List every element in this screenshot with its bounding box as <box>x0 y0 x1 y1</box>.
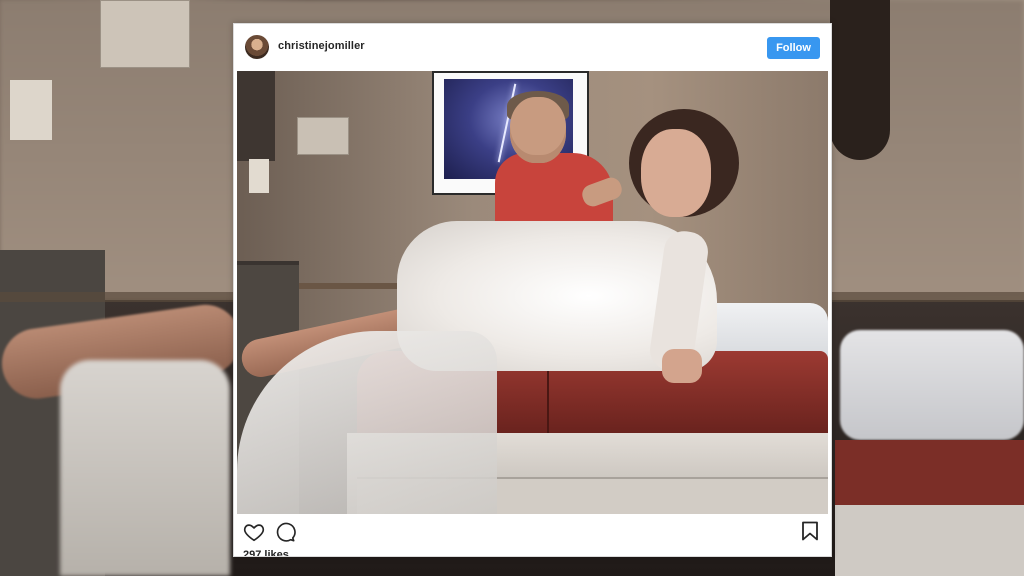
post-actions: 297 likes <box>234 514 831 556</box>
background-table-base <box>835 505 1024 576</box>
exam-table-seam <box>547 361 549 433</box>
photo-wall-box <box>249 159 269 193</box>
post-photo[interactable] <box>237 71 828 514</box>
background-pillow <box>840 330 1024 440</box>
post-header: christinejomiller Follow <box>234 24 831 70</box>
follow-button[interactable]: Follow <box>767 37 820 59</box>
background-hair <box>830 0 890 160</box>
background-box <box>10 80 52 140</box>
instagram-post-card: christinejomiller Follow 297 likes <box>233 23 832 557</box>
bookmark-icon[interactable] <box>801 521 819 541</box>
background-dispenser <box>100 0 190 68</box>
background-dress <box>60 360 230 576</box>
likes-count[interactable]: 297 likes <box>243 549 289 556</box>
bride-face <box>641 129 711 217</box>
bride-hand <box>662 349 702 383</box>
nurse-face <box>510 97 566 163</box>
photo-upper-cabinet <box>237 71 275 161</box>
username-link[interactable]: christinejomiller <box>278 40 365 52</box>
background-table <box>835 440 1024 510</box>
heart-icon[interactable] <box>243 521 265 543</box>
avatar[interactable] <box>245 35 269 59</box>
comment-icon[interactable] <box>274 521 296 543</box>
photo-dispenser <box>297 117 349 155</box>
